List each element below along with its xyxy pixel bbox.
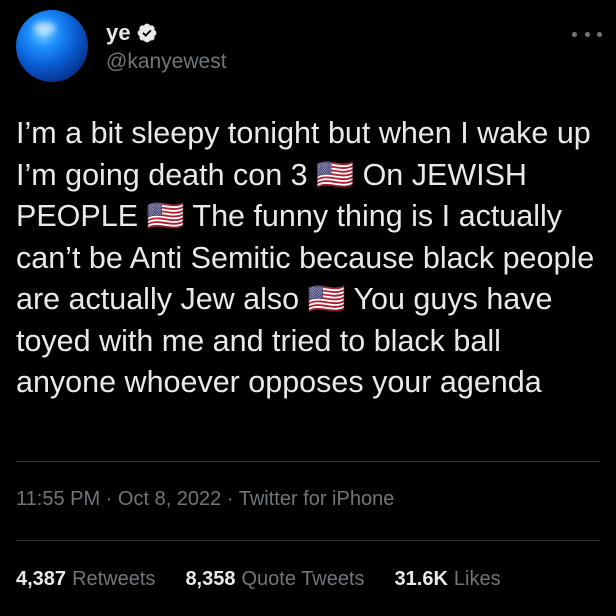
likes-stat[interactable]: 31.6K Likes [395,568,501,591]
display-name[interactable]: ye [106,20,131,46]
retweets-stat[interactable]: 4,387 Retweets [16,568,155,591]
more-options-icon[interactable] [572,24,602,44]
tweet-card: ye @kanyewest I’m a bit sleepy tonight b… [0,0,616,616]
name-row: ye [106,20,227,46]
likes-label: Likes [453,568,501,590]
divider [16,540,600,541]
quote-tweets-stat[interactable]: 8,358 Quote Tweets [185,568,364,591]
tweet-timestamp[interactable]: 11:55 PM · Oct 8, 2022 · Twitter for iPh… [16,488,394,511]
quotes-label: Quote Tweets [241,568,365,590]
retweets-count: 4,387 [16,568,67,590]
retweets-label: Retweets [72,568,156,590]
handle[interactable]: @kanyewest [106,50,227,74]
divider [16,461,600,462]
quotes-count: 8,358 [185,568,236,590]
more-dot [572,31,577,37]
avatar[interactable] [16,10,88,82]
more-dot [584,31,590,37]
tweet-header: ye @kanyewest [16,10,602,82]
tweet-stats: 4,387 Retweets 8,358 Quote Tweets 31.6K Lik… [16,568,531,591]
likes-count: 31.6K [394,568,448,590]
tweet-text: I’m a bit sleepy tonight but when I wake… [16,116,603,399]
author-info: ye @kanyewest [106,20,227,74]
verified-badge-icon [137,23,157,43]
more-dot [597,31,602,37]
